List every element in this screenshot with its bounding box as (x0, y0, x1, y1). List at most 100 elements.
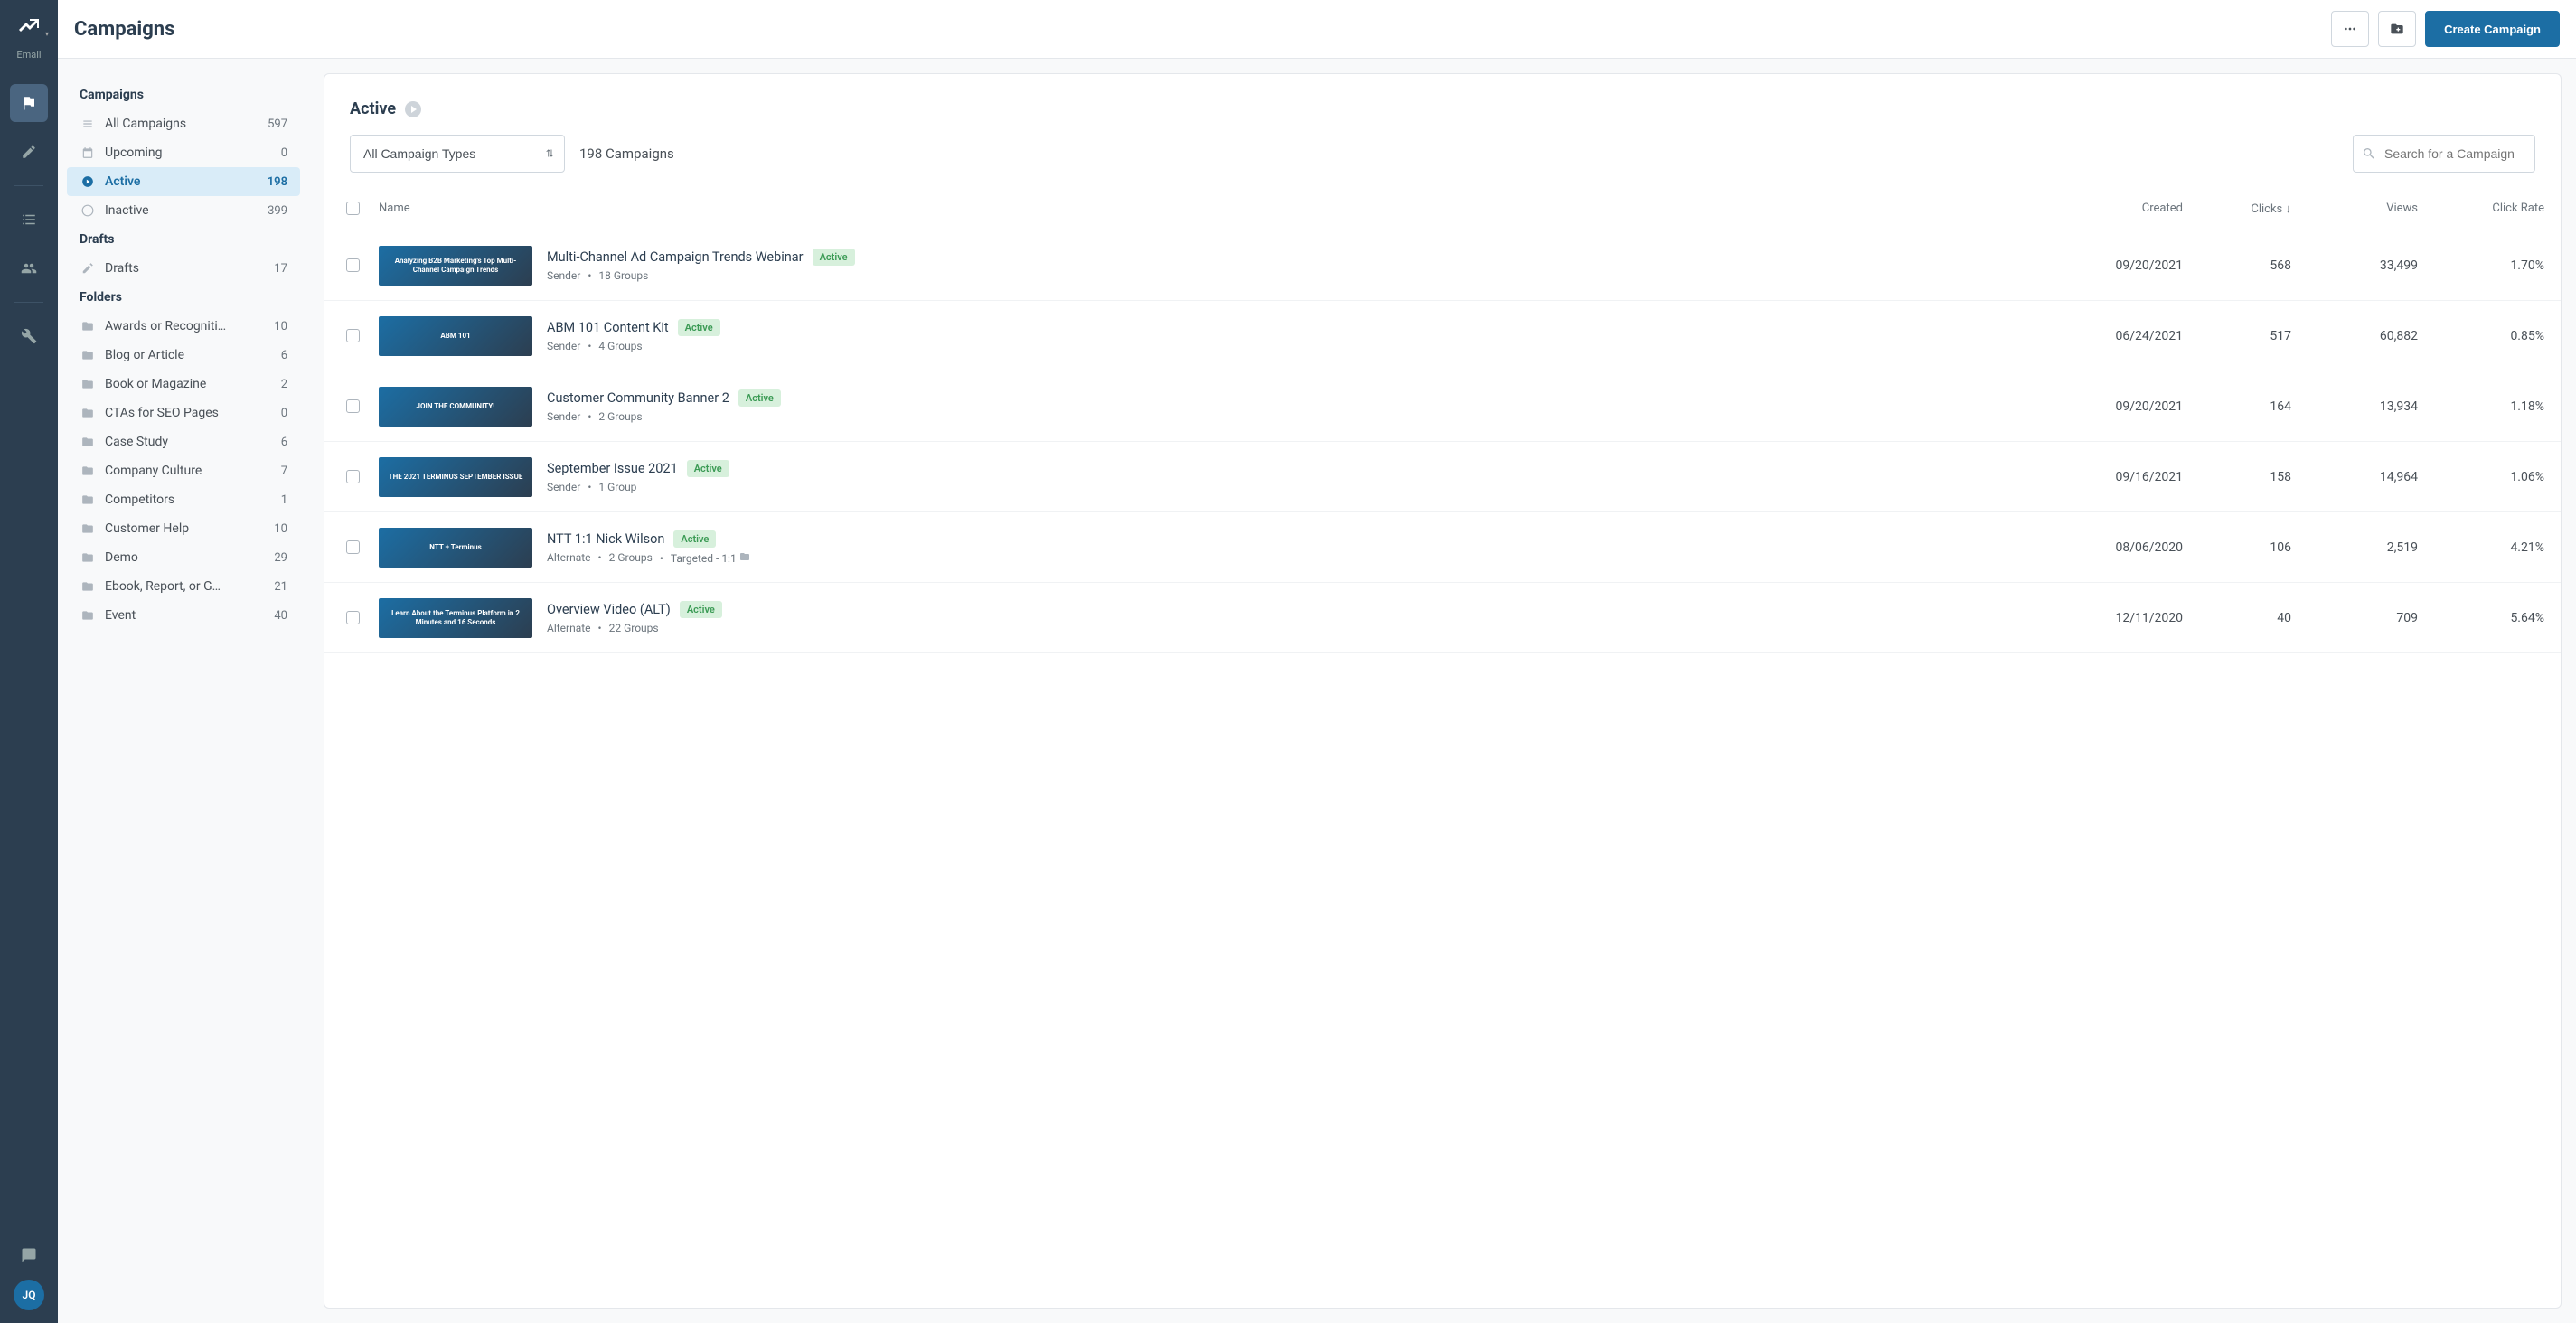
campaign-name: Multi-Channel Ad Campaign Trends Webinar (547, 249, 804, 265)
table-row[interactable]: ABM 101 ABM 101 Content KitActive Sender… (324, 301, 2561, 371)
table-row[interactable]: NTT + Terminus NTT 1:1 Nick WilsonActive… (324, 512, 2561, 583)
folder-icon (80, 349, 96, 361)
folder-icon (80, 436, 96, 448)
sidebar-item-label: Book or Magazine (105, 377, 281, 391)
sidebar-item[interactable]: All Campaigns 597 (67, 109, 300, 138)
cell-clicks: 517 (2183, 329, 2291, 343)
sidebar-item[interactable]: Ebook, Report, or G… 21 (67, 572, 300, 601)
row-checkbox[interactable] (346, 470, 360, 483)
sidebar-item[interactable]: CTAs for SEO Pages 0 (67, 399, 300, 427)
more-actions-button[interactable] (2331, 11, 2369, 47)
status-badge: Active (678, 319, 720, 336)
sidebar-item[interactable]: Competitors 1 (67, 485, 300, 514)
sidebar-item[interactable]: Drafts 17 (67, 254, 300, 283)
sidebar-item-label: Upcoming (105, 145, 281, 160)
sidebar-item[interactable]: Upcoming 0 (67, 138, 300, 167)
nav-lists[interactable] (10, 201, 48, 239)
table-row[interactable]: Analyzing B2B Marketing's Top Multi-Chan… (324, 230, 2561, 301)
users-icon (21, 260, 37, 277)
sidebar-item[interactable]: Customer Help 10 (67, 514, 300, 543)
sidebar-item-count: 10 (274, 320, 287, 333)
folder-icon (80, 609, 96, 622)
sidebar-item[interactable]: Company Culture 7 (67, 456, 300, 485)
cell-views: 2,519 (2291, 540, 2418, 555)
col-clicks[interactable]: Clicks ↓ (2183, 202, 2291, 216)
campaign-thumbnail: ABM 101 (379, 316, 532, 356)
sidebar-item-count: 17 (274, 262, 287, 276)
nav-campaigns[interactable] (10, 84, 48, 122)
nav-settings[interactable] (10, 317, 48, 355)
sidebar-item-count: 7 (281, 464, 287, 478)
sidebar-item-label: Drafts (105, 261, 274, 276)
cell-click-rate: 1.06% (2418, 470, 2544, 484)
folder-icon (80, 551, 96, 564)
table-row[interactable]: JOIN THE COMMUNITY! Customer Community B… (324, 371, 2561, 442)
campaign-name: NTT 1:1 Nick Wilson (547, 531, 664, 547)
sidebar-item-count: 399 (268, 204, 287, 218)
sidebar-item[interactable]: Case Study 6 (67, 427, 300, 456)
cell-click-rate: 5.64% (2418, 611, 2544, 625)
sidebar-item[interactable]: Book or Magazine 2 (67, 370, 300, 399)
row-checkbox[interactable] (346, 540, 360, 554)
cell-click-rate: 1.70% (2418, 258, 2544, 273)
campaign-name: Customer Community Banner 2 (547, 390, 729, 406)
search-input[interactable] (2353, 135, 2535, 173)
col-views[interactable]: Views (2291, 202, 2418, 215)
sidebar-item-count: 198 (268, 175, 287, 189)
app-label: Email (16, 49, 41, 61)
cell-created: 09/16/2021 (2056, 470, 2183, 484)
row-checkbox[interactable] (346, 399, 360, 413)
sidebar-item[interactable]: Blog or Article 6 (67, 341, 300, 370)
col-created[interactable]: Created (2056, 202, 2183, 215)
sidebar-item-label: Competitors (105, 493, 281, 507)
sidebar-item[interactable]: Demo 29 (67, 543, 300, 572)
select-all-checkbox[interactable] (346, 202, 360, 215)
row-checkbox[interactable] (346, 611, 360, 624)
rail-separator (14, 185, 43, 186)
status-badge: Active (687, 460, 729, 477)
row-groups: 4 Groups (588, 340, 642, 352)
sidebar-item-count: 6 (281, 436, 287, 449)
col-click-rate[interactable]: Click Rate (2418, 202, 2544, 215)
row-checkbox[interactable] (346, 329, 360, 342)
sidebar-item-label: Event (105, 608, 274, 623)
sidebar-item[interactable]: Event 40 (67, 601, 300, 630)
sidebar-section-title: Drafts (67, 225, 300, 254)
sidebar-item-label: Blog or Article (105, 348, 281, 362)
col-name[interactable]: Name (379, 202, 2056, 215)
nav-audiences[interactable] (10, 249, 48, 287)
flag-icon (21, 95, 37, 111)
folder-icon (80, 320, 96, 333)
cell-clicks: 158 (2183, 470, 2291, 484)
content-card: Active All Campaign Types 198 Campaigns (324, 73, 2562, 1309)
nav-help[interactable] (10, 1236, 48, 1274)
sidebar-item-label: Ebook, Report, or G… (105, 579, 274, 594)
campaign-count: 198 Campaigns (579, 145, 674, 162)
cell-created: 06/24/2021 (2056, 329, 2183, 343)
campaign-type-filter[interactable]: All Campaign Types (350, 135, 565, 173)
new-folder-button[interactable] (2378, 11, 2416, 47)
table-row[interactable]: Learn About the Terminus Platform in 2 M… (324, 583, 2561, 653)
sidebar-item[interactable]: Awards or Recogniti… 10 (67, 312, 300, 341)
avatar[interactable]: JQ (14, 1280, 44, 1310)
folder-icon (80, 522, 96, 535)
sidebar-item[interactable]: Active 198 (67, 167, 300, 196)
app-switcher[interactable] (11, 9, 47, 45)
table-header: Name Created Clicks ↓ Views Click Rate (324, 187, 2561, 230)
cell-created: 12/11/2020 (2056, 611, 2183, 625)
sidebar-item-label: Case Study (105, 435, 281, 449)
play-icon (80, 175, 96, 188)
row-checkbox[interactable] (346, 258, 360, 272)
folder-icon (739, 551, 750, 562)
create-campaign-button[interactable]: Create Campaign (2425, 11, 2560, 47)
row-sender: Alternate (547, 622, 591, 634)
sidebar-item-count: 2 (281, 378, 287, 391)
table-row[interactable]: THE 2021 TERMINUS SEPTEMBER ISSUE Septem… (324, 442, 2561, 512)
folder-plus-icon (2390, 22, 2404, 36)
nav-edit[interactable] (10, 133, 48, 171)
sidebar-item[interactable]: Inactive 399 (67, 196, 300, 225)
list-icon (80, 117, 96, 130)
sidebar-item-label: Demo (105, 550, 274, 565)
search-icon (2362, 146, 2376, 161)
sidebar-item-count: 0 (281, 146, 287, 160)
